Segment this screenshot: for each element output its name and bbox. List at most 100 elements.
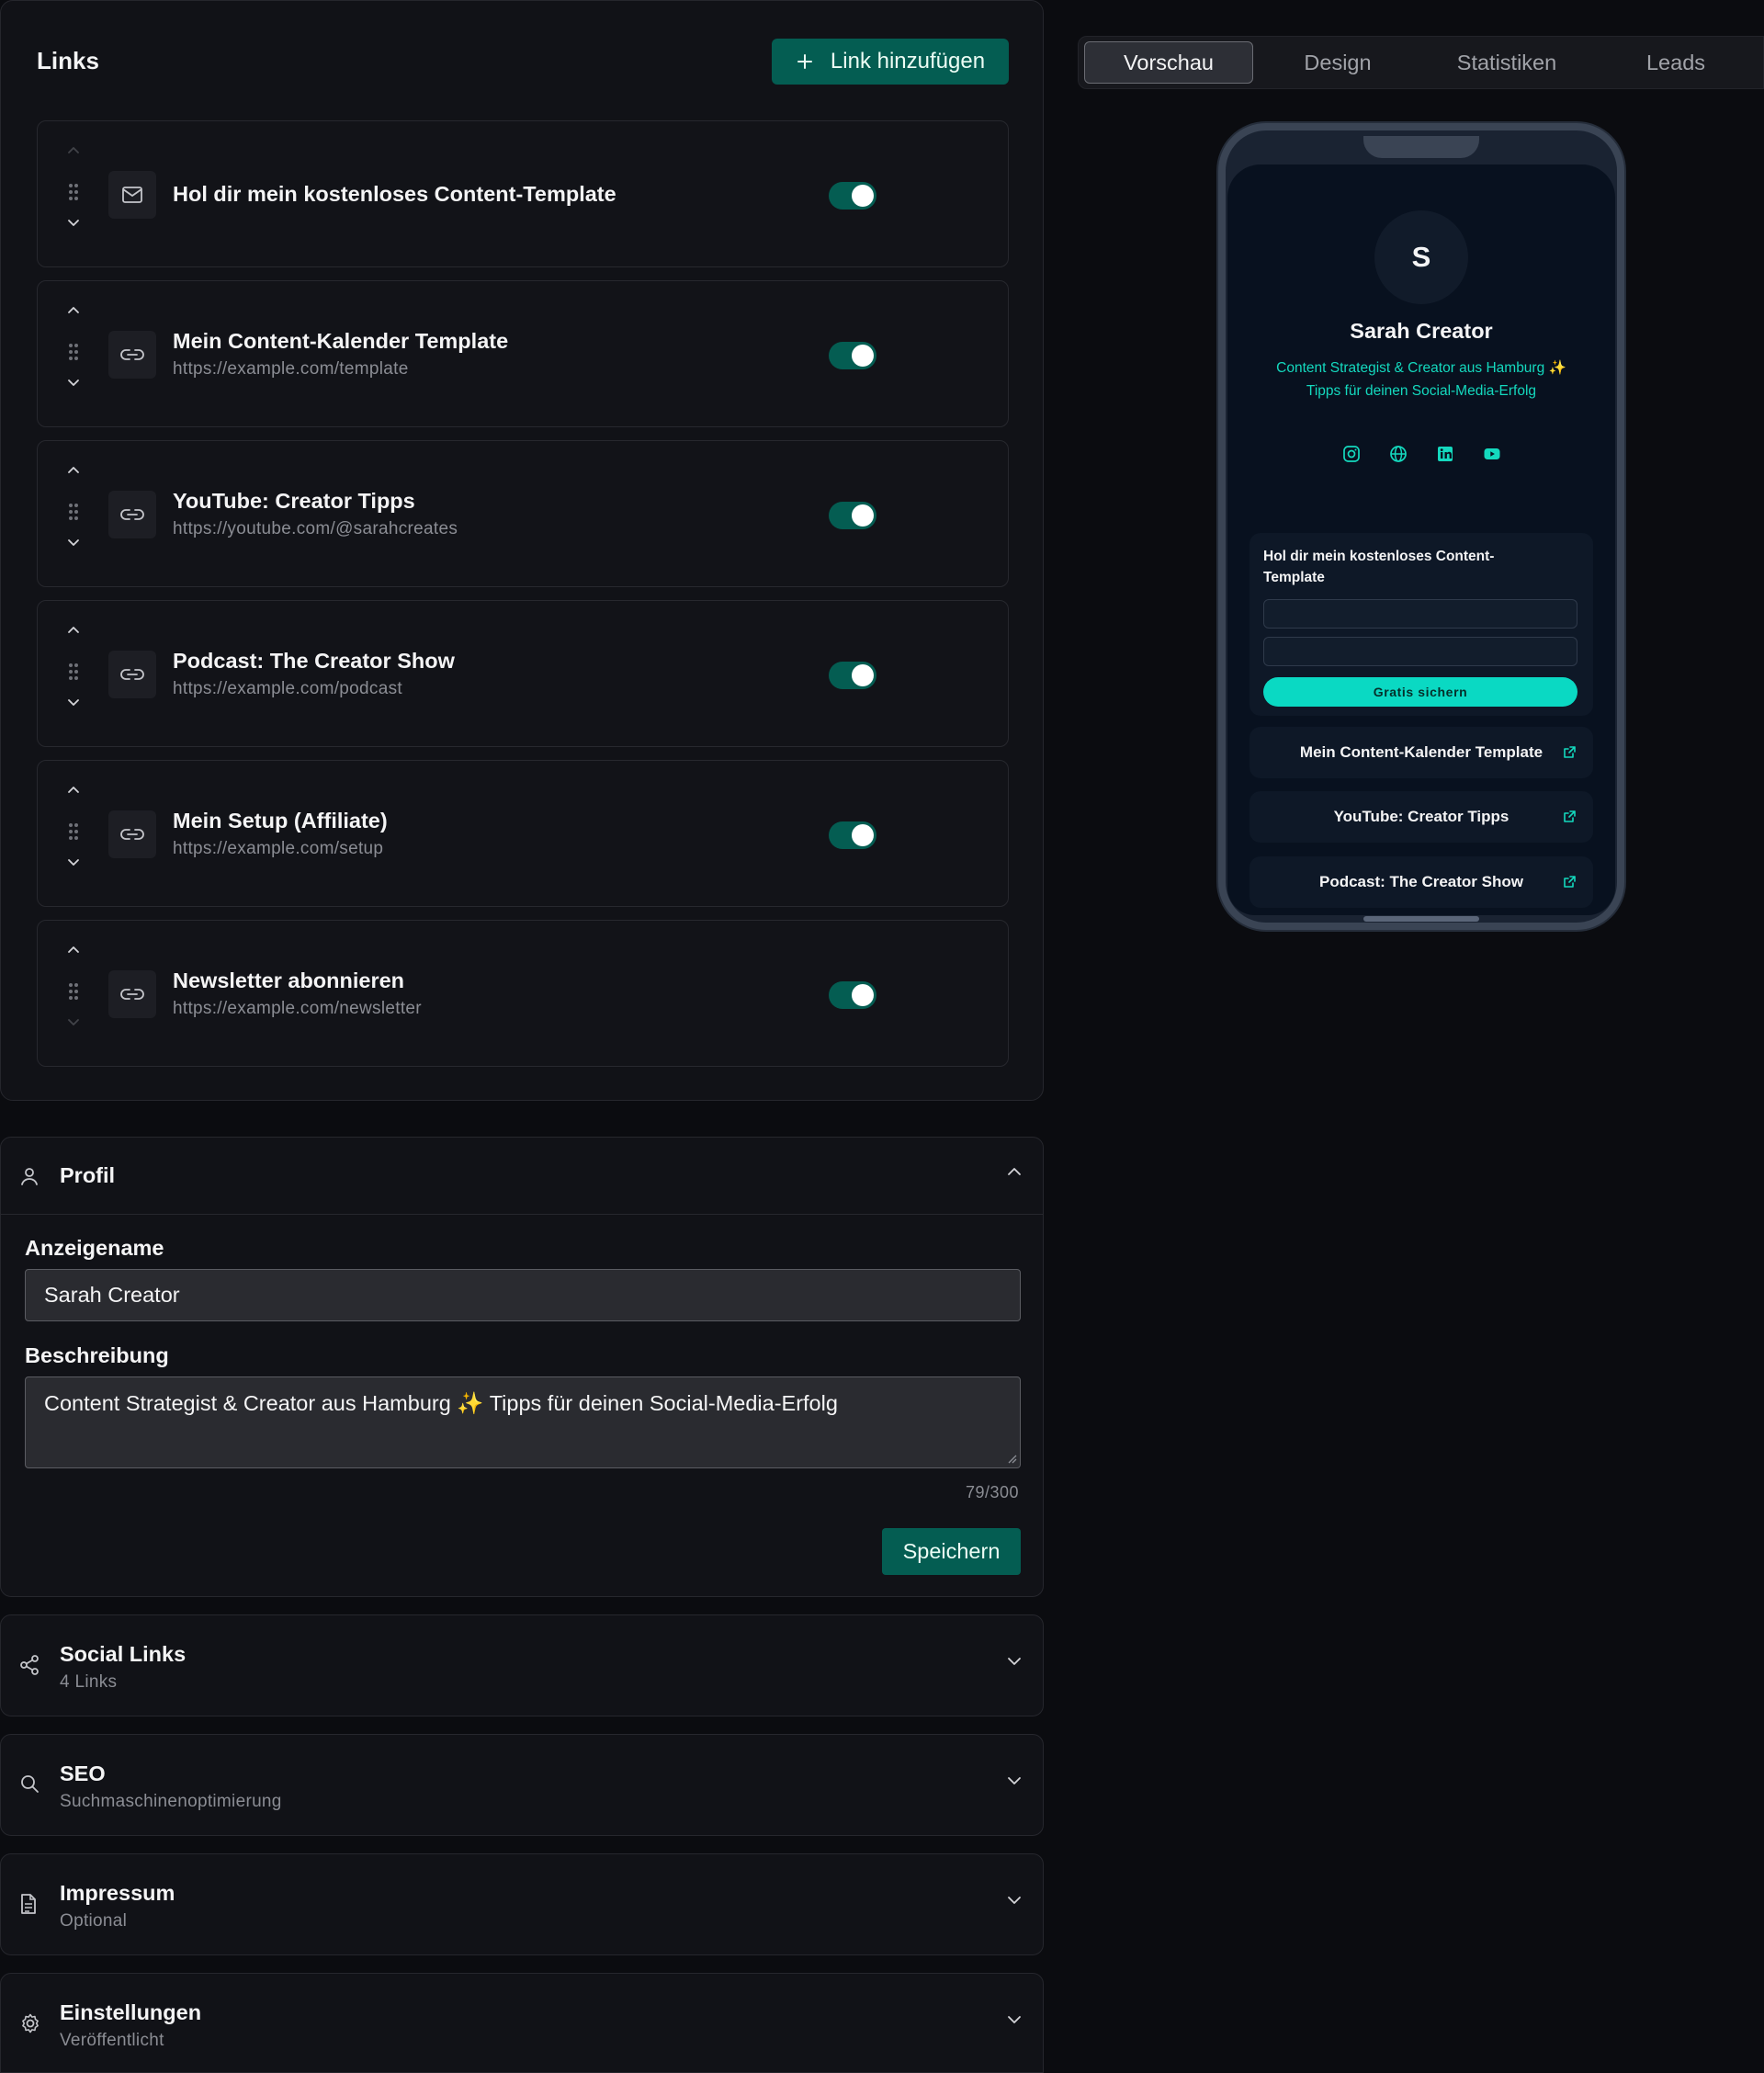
impressum-header[interactable]: Impressum Optional: [1, 1854, 1043, 1954]
phone-notch: [1363, 136, 1479, 158]
link-icon: [108, 651, 156, 698]
linkedin-icon[interactable]: [1435, 444, 1454, 463]
link-row: Podcast: The Creator Show https://exampl…: [37, 600, 1009, 747]
link-toggle[interactable]: [829, 981, 876, 1009]
chevron-down-icon: [1006, 1895, 1023, 1906]
link-toggle[interactable]: [829, 821, 876, 849]
phone-home-bar: [1363, 916, 1479, 922]
section-subtitle: Suchmaschinenoptimierung: [60, 1792, 282, 1811]
save-button[interactable]: Speichern: [882, 1528, 1021, 1575]
preview-social-icons: [1227, 444, 1615, 463]
globe-icon[interactable]: [1388, 444, 1408, 463]
gear-icon: [19, 2012, 41, 2034]
move-down-button[interactable]: [60, 538, 87, 548]
seo-section: SEO Suchmaschinenoptimierung: [0, 1734, 1044, 1836]
toggle-knob: [852, 984, 874, 1006]
seo-header[interactable]: SEO Suchmaschinenoptimierung: [1, 1735, 1043, 1834]
chevron-down-icon: [60, 1018, 87, 1027]
add-link-button[interactable]: Link hinzufügen: [772, 39, 1009, 85]
move-up-button[interactable]: [60, 785, 87, 794]
tab-vorschau[interactable]: Vorschau: [1084, 41, 1253, 84]
instagram-icon[interactable]: [1341, 444, 1361, 463]
link-toggle[interactable]: [829, 182, 876, 210]
drag-handle-icon[interactable]: [60, 182, 87, 202]
preview-link-button[interactable]: Podcast: The Creator Show: [1250, 856, 1593, 908]
link-title: YouTube: Creator Tipps: [173, 488, 415, 513]
lead-email-input[interactable]: [1263, 637, 1577, 666]
social-links-section: Social Links 4 Links: [0, 1614, 1044, 1716]
move-down-button[interactable]: [60, 698, 87, 708]
preview-link-button[interactable]: Mein Content-Kalender Template: [1250, 727, 1593, 778]
link-title: Podcast: The Creator Show: [173, 648, 455, 673]
link-toggle[interactable]: [829, 662, 876, 689]
preview-bio: Content Strategist & Creator aus Hamburg…: [1255, 357, 1588, 402]
plus-icon: [796, 52, 814, 71]
document-icon: [19, 1893, 38, 1915]
link-toggle[interactable]: [829, 342, 876, 369]
external-link-icon: [1563, 810, 1577, 823]
preview-link-label: Mein Content-Kalender Template: [1299, 743, 1544, 761]
external-link-icon: [1563, 745, 1577, 759]
move-up-button[interactable]: [60, 945, 87, 954]
preview-name: Sarah Creator: [1350, 319, 1493, 343]
section-title: Social Links: [60, 1642, 187, 1666]
drag-handle-icon[interactable]: [60, 662, 87, 682]
description-textarea[interactable]: Content Strategist & Creator aus Hamburg…: [25, 1376, 1021, 1468]
profile-header[interactable]: Profil: [1, 1138, 1043, 1215]
link-icon: [108, 970, 156, 1018]
section-title: SEO: [60, 1761, 106, 1785]
resize-handle-icon[interactable]: [1006, 1453, 1017, 1464]
display-name-input[interactable]: [25, 1269, 1021, 1321]
chevron-down-icon: [1006, 1656, 1023, 1667]
lead-name-input[interactable]: [1263, 599, 1577, 629]
impressum-section: Impressum Optional: [0, 1853, 1044, 1955]
description-label: Beschreibung: [25, 1343, 169, 1367]
move-up-button[interactable]: [60, 305, 87, 314]
lead-submit-button[interactable]: Gratis sichern: [1263, 677, 1577, 707]
link-text: Hol dir mein kostenloses Content-Templat…: [173, 121, 616, 266]
section-subtitle: Veröffentlicht: [60, 2031, 164, 2050]
lead-form-title: Hol dir mein kostenloses Content-Templat…: [1263, 549, 1495, 585]
preview-tabs: Vorschau Design Statistiken Leads: [1078, 36, 1764, 89]
avatar: S: [1374, 210, 1468, 304]
link-text: Mein Setup (Affiliate) https://example.c…: [173, 761, 388, 906]
drag-handle-icon[interactable]: [60, 821, 87, 842]
mail-icon: [108, 171, 156, 219]
youtube-icon[interactable]: [1482, 444, 1501, 463]
section-title: Impressum: [60, 1881, 175, 1905]
preview-link-button[interactable]: YouTube: Creator Tipps: [1250, 791, 1593, 843]
preview-lead-form: Hol dir mein kostenloses Content-Templat…: [1250, 533, 1593, 716]
links-title: Links: [37, 47, 99, 74]
external-link-icon: [1563, 875, 1577, 889]
tab-design[interactable]: Design: [1253, 41, 1422, 84]
link-row: Mein Content-Kalender Template https://e…: [37, 280, 1009, 427]
move-up-button[interactable]: [60, 625, 87, 634]
add-link-label: Link hinzufügen: [830, 49, 986, 74]
preview-link-label: YouTube: Creator Tipps: [1333, 808, 1510, 825]
link-toggle[interactable]: [829, 502, 876, 529]
preview-link-label: Podcast: The Creator Show: [1319, 873, 1523, 890]
settings-section: Einstellungen Veröffentlicht: [0, 1973, 1044, 2073]
section-title: Einstellungen: [60, 2000, 202, 2024]
drag-handle-icon[interactable]: [60, 342, 87, 362]
move-up-button[interactable]: [60, 465, 87, 474]
link-row: Mein Setup (Affiliate) https://example.c…: [37, 760, 1009, 907]
move-down-button[interactable]: [60, 219, 87, 228]
link-url: https://example.com/template: [173, 358, 409, 379]
settings-header[interactable]: Einstellungen Veröffentlicht: [1, 1974, 1043, 2073]
section-subtitle: Optional: [60, 1911, 128, 1931]
tab-leads[interactable]: Leads: [1591, 41, 1760, 84]
move-down-button[interactable]: [60, 379, 87, 388]
drag-handle-icon[interactable]: [60, 502, 87, 522]
search-icon: [19, 1773, 40, 1794]
phone-screen: S Sarah Creator Content Strategist & Cre…: [1227, 164, 1615, 915]
social-links-header[interactable]: Social Links 4 Links: [1, 1615, 1043, 1715]
link-title: Mein Setup (Affiliate): [173, 808, 388, 833]
drag-handle-icon[interactable]: [60, 981, 87, 1002]
chevron-down-icon: [1006, 2014, 1023, 2025]
link-url: https://example.com/setup: [173, 838, 384, 858]
move-down-button[interactable]: [60, 858, 87, 867]
link-text: Newsletter abonnieren https://example.co…: [173, 921, 422, 1066]
profile-title: Profil: [60, 1163, 116, 1187]
tab-statistiken[interactable]: Statistiken: [1422, 41, 1591, 84]
